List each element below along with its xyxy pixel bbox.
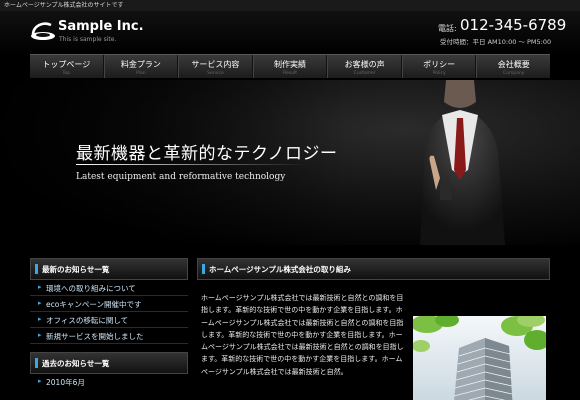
header: Sample Inc. This is sample site. 電話: 012… <box>0 11 580 54</box>
past-news-heading-label: 過去のお知らせ一覧 <box>42 359 110 368</box>
nav-item-service[interactable]: サービス内容 Service <box>178 55 253 78</box>
nav-sublabel: Customer <box>353 71 376 76</box>
news-link[interactable]: ecoキャンペーン開催中です <box>46 299 141 310</box>
list-item[interactable]: ▸ オフィスの移転に関して <box>30 312 188 328</box>
nav-sublabel: Top <box>62 71 71 76</box>
nav-label: 料金プラン <box>120 60 161 69</box>
building-photo <box>413 316 546 400</box>
nav-item-top[interactable]: トップページ Top <box>30 55 104 78</box>
nav-sublabel: Plan <box>136 71 146 76</box>
hero-subtitle: Latest equipment and reformative technol… <box>76 172 286 182</box>
news-heading-label: 最新のお知らせ一覧 <box>42 265 110 274</box>
nav-label: 制作実績 <box>274 60 307 69</box>
phone-number: 012-345-6789 <box>460 16 567 34</box>
main-content: ホームページサンプル株式会社の取り組み ホームページサンプル株式会社では最新技術… <box>197 258 550 400</box>
phone-label: 電話: <box>438 24 457 33</box>
heading-accent <box>202 264 205 274</box>
news-link[interactable]: 新規サービスを開始しました <box>46 331 144 342</box>
heading-accent <box>35 264 38 274</box>
main-body: ホームページサンプル株式会社では最新技術と自然との調和を目指します。革新的な技術… <box>197 280 550 400</box>
arrow-right-icon: ▸ <box>38 283 42 291</box>
past-news-heading: 過去のお知らせ一覧 <box>30 352 188 374</box>
nav-item-policy[interactable]: ポリシー Policy <box>401 55 477 78</box>
company-logo-icon[interactable] <box>30 20 56 42</box>
company-name[interactable]: Sample Inc. <box>58 19 144 34</box>
hero-banner: 最新機器と革新的なテクノロジー Latest equipment and ref… <box>0 80 580 245</box>
nav-sublabel: Result <box>283 71 297 76</box>
nav-sublabel: Service <box>207 71 224 76</box>
nav-item-plan[interactable]: 料金プラン Plan <box>103 55 179 78</box>
list-item[interactable]: ▸ 環境への取り組みについて <box>30 280 188 296</box>
nav-item-result[interactable]: 制作実績 Result <box>252 55 328 78</box>
main-heading-label: ホームページサンプル株式会社の取り組み <box>209 265 351 274</box>
arrow-right-icon: ▸ <box>38 299 42 307</box>
arrow-right-icon: ▸ <box>38 315 42 323</box>
global-nav: トップページ Top 料金プラン Plan サービス内容 Service 制作実… <box>30 54 550 79</box>
arrow-right-icon: ▸ <box>38 377 42 385</box>
list-item[interactable]: ▸ 2010年6月 <box>30 374 188 390</box>
nav-label: サービス内容 <box>191 60 240 69</box>
news-heading: 最新のお知らせ一覧 <box>30 258 188 280</box>
main-paragraph: ホームページサンプル株式会社では最新技術と自然との調和を目指します。革新的な技術… <box>201 294 404 376</box>
site-description: ホームページサンプル株式会社のサイトです <box>4 2 124 9</box>
list-item[interactable]: ▸ 新規サービスを開始しました <box>30 328 188 344</box>
nav-label: 会社概要 <box>497 60 530 69</box>
top-bar: ホームページサンプル株式会社のサイトです <box>0 0 580 11</box>
nav-label: トップページ <box>42 60 91 69</box>
sidebar: 最新のお知らせ一覧 ▸ 環境への取り組みについて ▸ ecoキャンペーン開催中で… <box>30 258 188 390</box>
news-list: ▸ 環境への取り組みについて ▸ ecoキャンペーン開催中です ▸ オフィスの移… <box>30 280 188 344</box>
list-item[interactable]: ▸ ecoキャンペーン開催中です <box>30 296 188 312</box>
nav-label: ポリシー <box>423 60 456 69</box>
nav-item-customer[interactable]: お客様の声 Customer <box>327 55 402 78</box>
nav-item-company[interactable]: 会社概要 Company <box>476 55 550 78</box>
hero-divider <box>76 164 306 165</box>
nav-label: お客様の声 <box>344 60 385 69</box>
heading-accent <box>35 358 38 368</box>
business-hours: 受付時間：平日 AM10:00 ～ PM5:00 <box>440 38 552 46</box>
news-link[interactable]: オフィスの移転に関して <box>46 315 128 326</box>
nav-sublabel: Policy <box>432 71 446 76</box>
company-tagline: This is sample site. <box>59 36 117 43</box>
archive-link[interactable]: 2010年6月 <box>46 377 85 388</box>
nav-sublabel: Company <box>503 71 525 76</box>
news-link[interactable]: 環境への取り組みについて <box>46 283 136 294</box>
main-heading: ホームページサンプル株式会社の取り組み <box>197 258 550 280</box>
hero-title: 最新機器と革新的なテクノロジー <box>76 144 338 164</box>
arrow-right-icon: ▸ <box>38 331 42 339</box>
